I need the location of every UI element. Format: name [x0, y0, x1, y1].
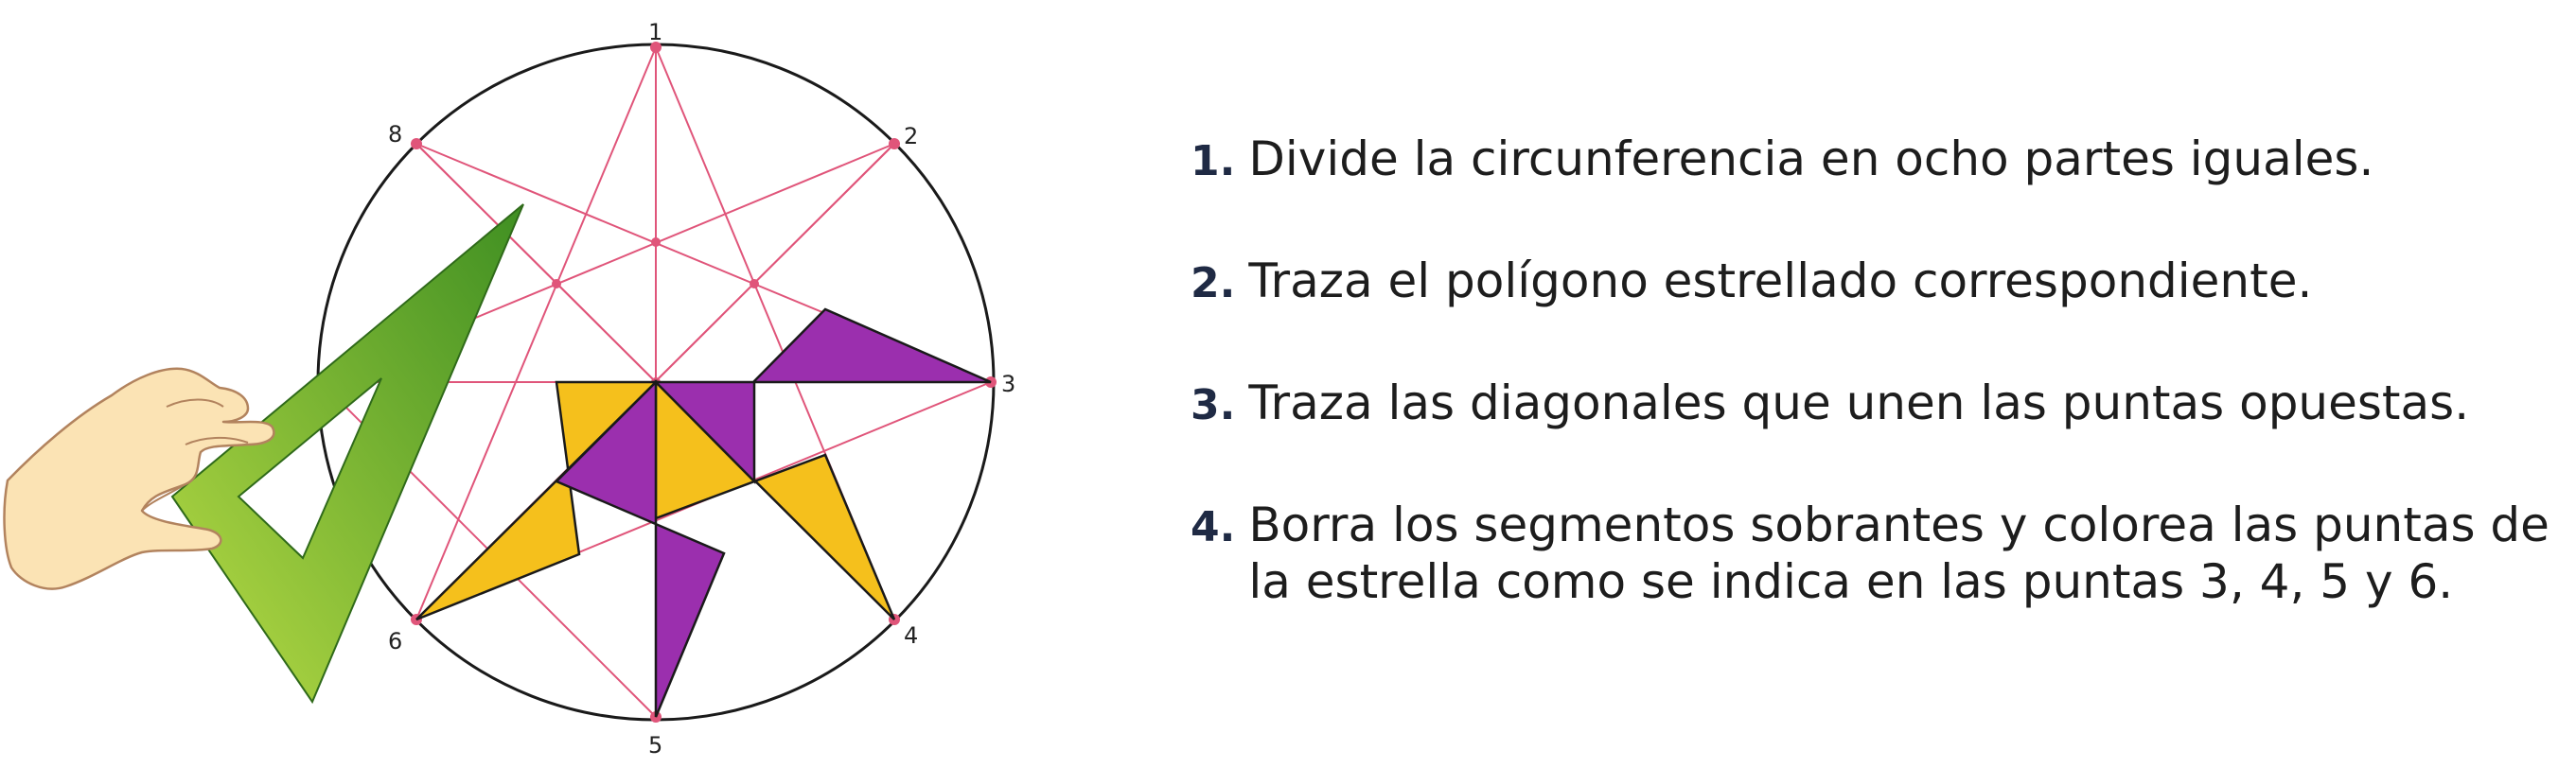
point-label-2: 2 — [904, 123, 918, 149]
step-3: 3. Traza las diagonales que unen las punt… — [1191, 375, 2553, 434]
step-4: 4. Borra los segmentos sobrantes y colore… — [1191, 497, 2553, 610]
point-label-1: 1 — [648, 19, 662, 45]
step-1: 1. Divide la circunferencia en ocho parte… — [1191, 131, 2553, 190]
step-1-text: Divide la circunferencia en ocho partes … — [1248, 131, 2374, 186]
step-2: 2. Traza el polígono estrellado correspon… — [1191, 253, 2553, 312]
step-2-text: Traza el polígono estrellado correspondi… — [1248, 253, 2313, 308]
purple-points — [554, 307, 992, 718]
point-label-5: 5 — [648, 732, 662, 759]
step-2-number: 2. — [1191, 259, 1236, 307]
step-3-number: 3. — [1191, 381, 1236, 429]
step-3-text: Traza las diagonales que unen las puntas… — [1248, 375, 2470, 430]
set-square — [170, 203, 524, 705]
point-label-4: 4 — [904, 622, 918, 649]
point-label-8: 8 — [388, 121, 402, 148]
instruction-steps: 1. Divide la circunferencia en ocho parte… — [1191, 131, 2553, 672]
point-label-3: 3 — [1001, 371, 1015, 397]
star-construction-figure: 1 2 3 4 5 6 8 — [3, 19, 1015, 759]
step-4-number: 4. — [1191, 503, 1236, 551]
point-label-6: 6 — [388, 628, 402, 655]
step-1-number: 1. — [1191, 137, 1236, 185]
step-4-text: Borra los segmentos sobrantes y colorea … — [1248, 497, 2550, 609]
